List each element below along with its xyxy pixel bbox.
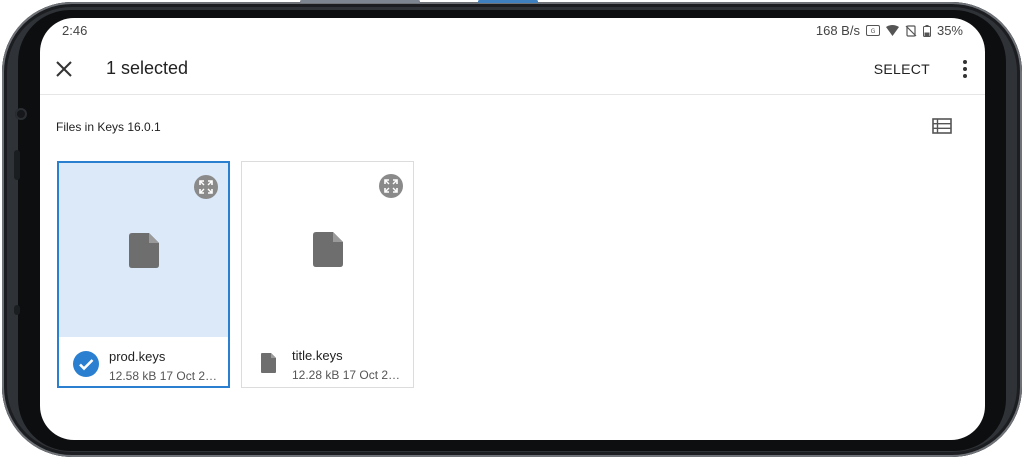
more-vert-icon (959, 60, 971, 78)
fullscreen-icon[interactable] (194, 175, 218, 199)
phone-frame: 2:46 168 B/s G 35% 1 selected SELECT Fil… (0, 0, 1024, 461)
status-bar: 2:46 168 B/s G 35% (40, 18, 985, 44)
selection-toolbar: 1 selected SELECT (40, 46, 985, 95)
file-thumbnail (242, 162, 413, 336)
file-name: prod.keys (109, 349, 166, 364)
file-meta: 12.58 kB 17 Oct 2… (109, 369, 218, 383)
file-icon (261, 353, 276, 373)
more-options-button[interactable] (959, 58, 971, 82)
volume-button (300, 0, 420, 3)
power-button (478, 0, 538, 3)
file-card-prod-keys[interactable]: prod.keys 12.58 kB 17 Oct 2… (57, 161, 230, 388)
file-meta: 12.28 kB 17 Oct 2… (292, 368, 401, 382)
selection-count-title: 1 selected (106, 58, 189, 78)
svg-text:G: G (871, 28, 876, 35)
file-icon (312, 232, 343, 267)
fullscreen-icon[interactable] (379, 174, 403, 198)
close-icon (56, 61, 72, 77)
file-card-title-keys[interactable]: title.keys 12.28 kB 17 Oct 2… (241, 161, 414, 388)
file-name: title.keys (292, 348, 343, 363)
sensor-dot (14, 305, 20, 315)
check-circle-icon[interactable] (73, 351, 99, 377)
data-saver-icon: G (865, 25, 880, 36)
status-right: 168 B/s G 35% (816, 23, 963, 38)
front-camera (15, 108, 27, 120)
no-sim-icon (905, 24, 917, 37)
close-button[interactable] (51, 56, 77, 82)
section-header: Files in Keys 16.0.1 (56, 120, 161, 134)
battery-level: 35% (936, 23, 963, 38)
list-view-icon (932, 118, 952, 134)
status-time: 2:46 (62, 23, 88, 38)
network-speed: 168 B/s (815, 23, 860, 38)
select-button[interactable]: SELECT (874, 61, 930, 77)
file-icon (128, 233, 159, 268)
file-thumbnail (59, 163, 228, 337)
sensor-slot (14, 150, 20, 180)
view-toggle-button[interactable] (932, 118, 952, 134)
battery-icon (922, 24, 931, 37)
wifi-icon (885, 25, 899, 36)
screen: 2:46 168 B/s G 35% 1 selected SELECT Fil… (40, 18, 985, 440)
